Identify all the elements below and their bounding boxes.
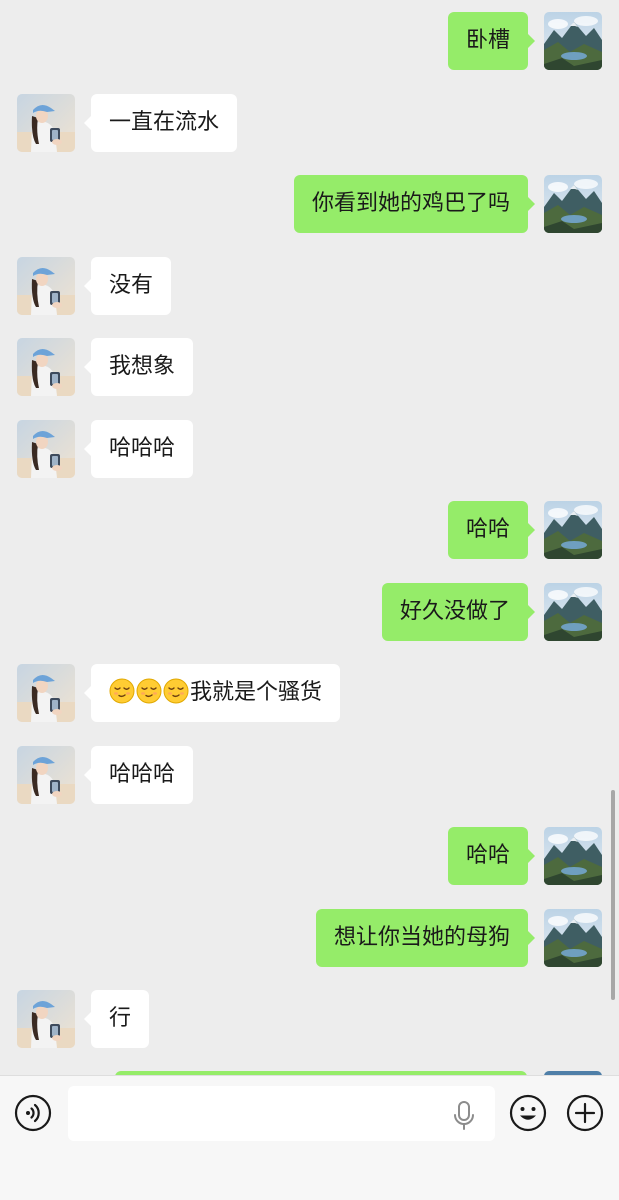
- message-bubble-received[interactable]: 我就是个骚货: [83, 664, 341, 722]
- message-row: 好久没做了: [0, 583, 619, 641]
- message-row: 没有: [0, 257, 619, 315]
- message-bubble-sent[interactable]: 好久没做了: [381, 583, 536, 641]
- plus-icon[interactable]: [566, 1094, 604, 1132]
- message-bubble-received[interactable]: 没有: [83, 257, 172, 315]
- contact-avatar[interactable]: [17, 990, 75, 1048]
- message-bubble-sent[interactable]: 想让你当她的母狗: [315, 909, 536, 967]
- voice-icon[interactable]: [14, 1094, 52, 1132]
- message-bubble-received[interactable]: 行: [83, 990, 150, 1048]
- message-row: 卧槽: [0, 12, 619, 70]
- my-avatar[interactable]: [544, 827, 602, 885]
- message-bubble-received[interactable]: 哈哈哈: [83, 420, 194, 478]
- contact-avatar[interactable]: [17, 94, 75, 152]
- message-row: 哈哈哈: [0, 420, 619, 478]
- message-row: 我就是个骚货: [0, 664, 619, 722]
- message-bubble-received[interactable]: 我想象: [83, 338, 194, 396]
- contact-avatar[interactable]: [17, 746, 75, 804]
- message-row: 我想象: [0, 338, 619, 396]
- my-avatar[interactable]: [544, 501, 602, 559]
- message-bubble-sent[interactable]: 哈哈: [447, 827, 536, 885]
- microphone-icon[interactable]: [451, 1101, 477, 1131]
- smirk-emoji: [109, 678, 135, 704]
- message-bubble-received[interactable]: 哈哈哈: [83, 746, 194, 804]
- message-row: 行: [0, 990, 619, 1048]
- emoji-icon[interactable]: [509, 1094, 547, 1132]
- chat-input-bar: [0, 1075, 619, 1200]
- my-avatar[interactable]: [544, 175, 602, 233]
- message-row: 想让你当她的母狗: [0, 909, 619, 967]
- my-avatar[interactable]: [544, 583, 602, 641]
- message-row: 哈哈哈: [0, 746, 619, 804]
- my-avatar[interactable]: [544, 12, 602, 70]
- message-row: 一直在流水: [0, 94, 619, 152]
- message-input[interactable]: [68, 1086, 495, 1141]
- message-row: 哈哈: [0, 501, 619, 559]
- my-avatar[interactable]: [544, 909, 602, 967]
- contact-avatar[interactable]: [17, 257, 75, 315]
- message-row: 你看到她的鸡巴了吗: [0, 175, 619, 233]
- message-bubble-sent[interactable]: 卧槽: [447, 12, 536, 70]
- message-bubble-received[interactable]: 一直在流水: [83, 94, 238, 152]
- chat-message-list[interactable]: 卧槽 一直在流水 你看到她的鸡巴了吗 没有 我想象 哈哈哈 哈哈 好久没做了 我…: [0, 0, 619, 1075]
- contact-avatar[interactable]: [17, 664, 75, 722]
- contact-avatar[interactable]: [17, 420, 75, 478]
- scrollbar[interactable]: [611, 790, 615, 1000]
- message-row: 哈哈: [0, 827, 619, 885]
- contact-avatar[interactable]: [17, 338, 75, 396]
- message-bubble-sent[interactable]: 你看到她的鸡巴了吗: [293, 175, 536, 233]
- message-text: 我就是个骚货: [190, 680, 323, 705]
- smirk-emoji: [136, 678, 162, 704]
- smirk-emoji: [163, 678, 189, 704]
- message-bubble-sent[interactable]: 哈哈: [447, 501, 536, 559]
